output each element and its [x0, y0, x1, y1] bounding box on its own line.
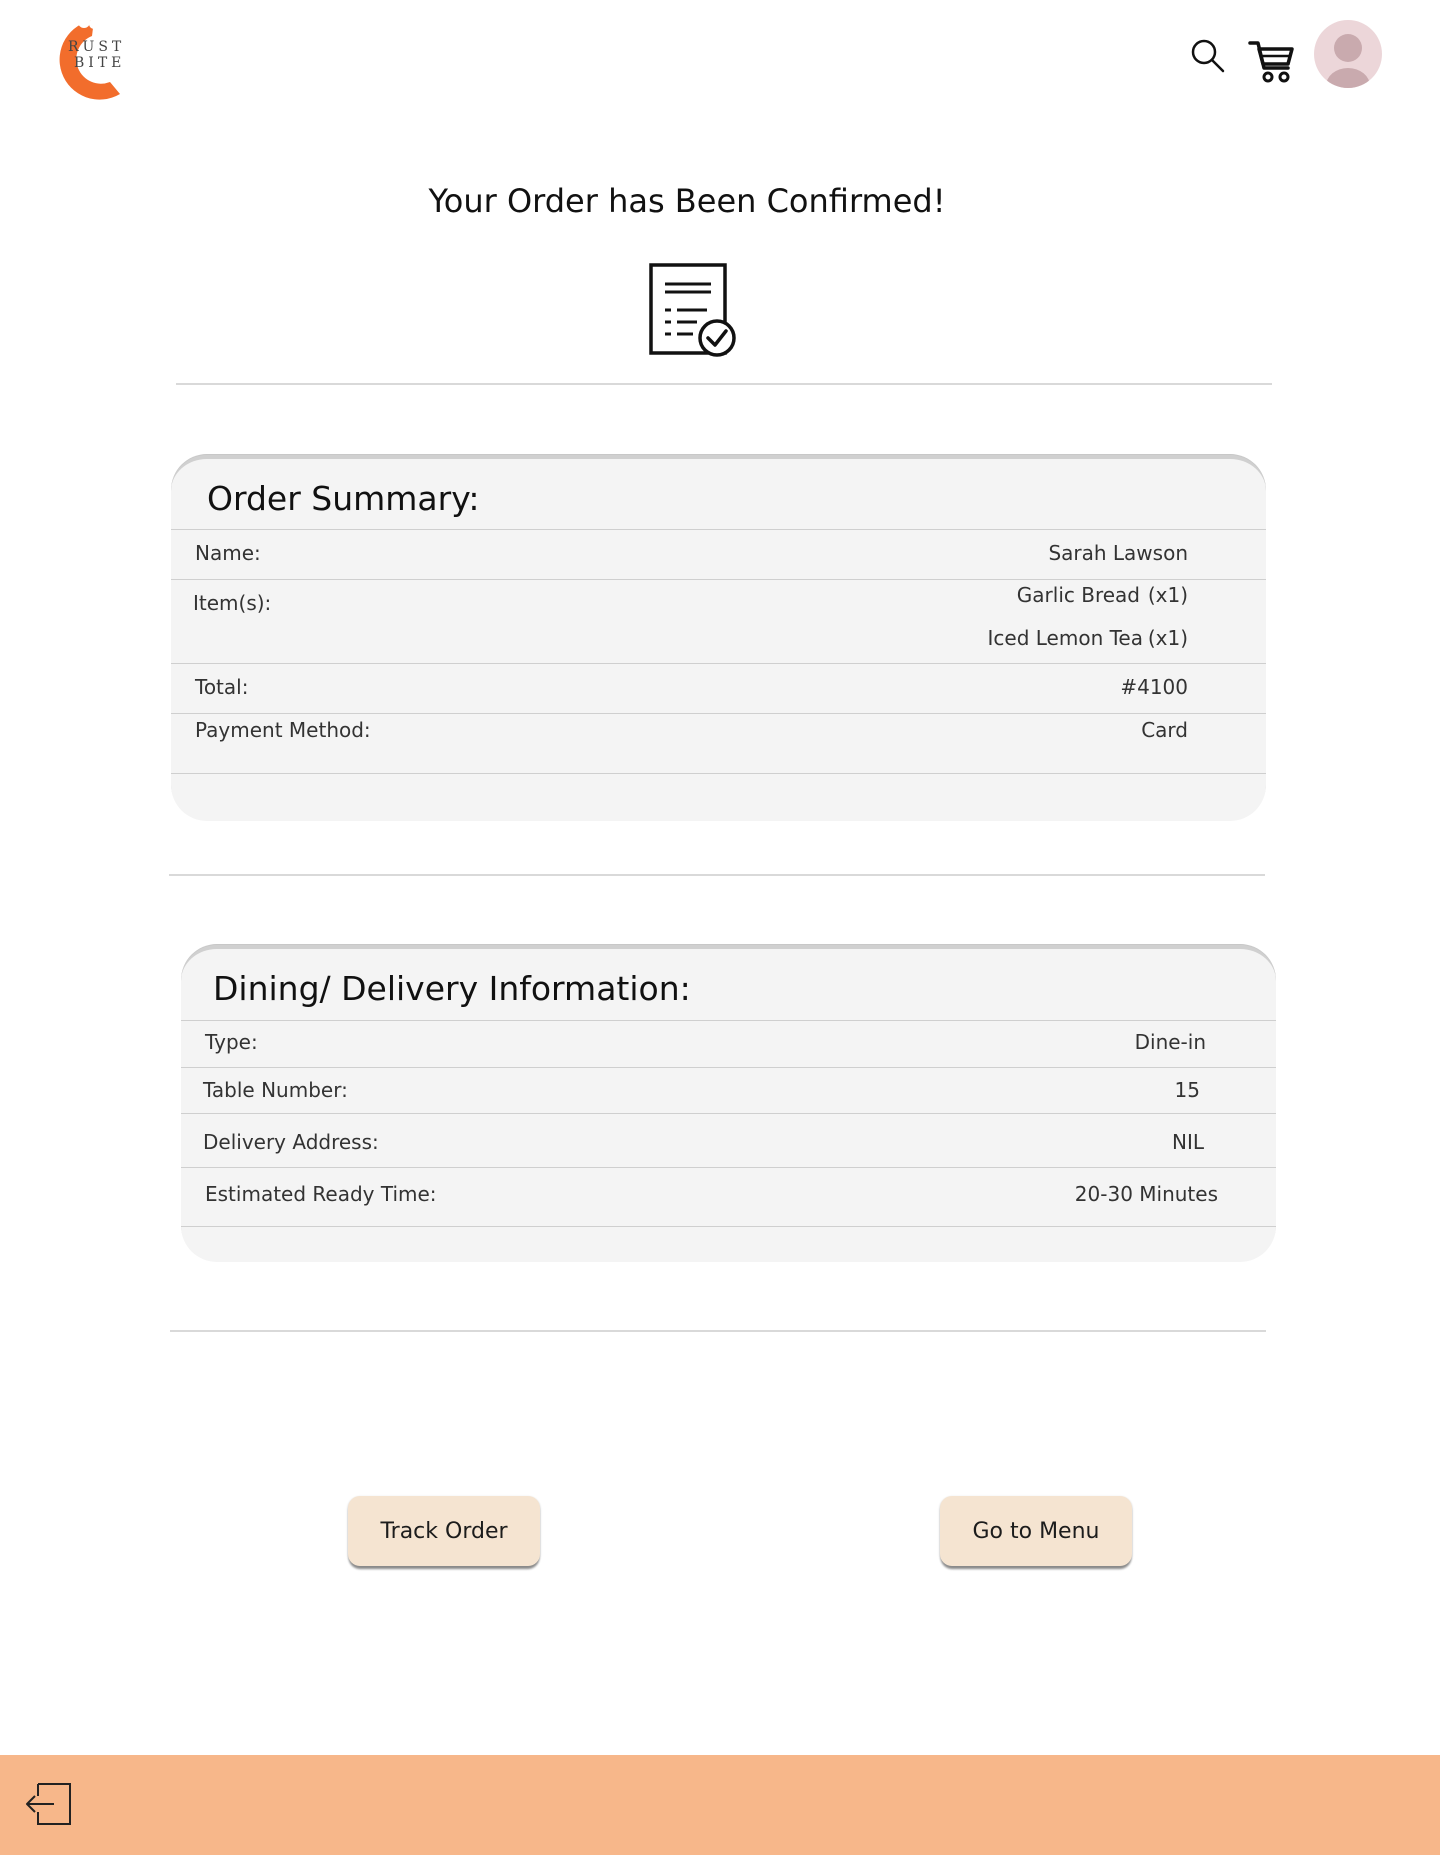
items-label: Item(s): [193, 591, 272, 615]
row-divider [181, 1167, 1276, 1168]
logo[interactable]: RUST BITE [36, 14, 136, 106]
table-label: Table Number: [203, 1078, 348, 1102]
delivery-info-card: Dining/ Delivery Information: Type: Dine… [181, 945, 1276, 1262]
row-divider [181, 1226, 1276, 1227]
go-to-menu-button[interactable]: Go to Menu [940, 1496, 1132, 1566]
type-value: Dine-in [1134, 1030, 1206, 1054]
row-divider [181, 1067, 1276, 1068]
total-label: Total: [195, 675, 249, 699]
name-label: Name: [195, 541, 261, 565]
logout-icon[interactable] [24, 1780, 72, 1828]
type-label: Type: [205, 1030, 258, 1054]
footer-bar [0, 1755, 1440, 1855]
item-name: Iced Lemon Tea [987, 626, 1143, 650]
row-divider [171, 773, 1266, 774]
row-divider [181, 1020, 1276, 1021]
total-value: #4100 [1120, 675, 1188, 699]
payment-value: Card [1141, 718, 1188, 742]
user-icon [1326, 34, 1370, 88]
item-qty: (x1) [1147, 583, 1188, 607]
order-summary-title: Order Summary: [207, 479, 480, 518]
item-qty: (x1) [1147, 626, 1188, 650]
item-name: Garlic Bread [1016, 583, 1140, 607]
row-divider [171, 579, 1266, 580]
cart-icon[interactable] [1248, 38, 1294, 84]
search-icon[interactable] [1190, 38, 1226, 74]
order-summary-card: Order Summary: Name: Sarah Lawson Item(s… [171, 455, 1266, 821]
logo-text-bottom: BITE [74, 55, 126, 71]
table-value: 15 [1174, 1078, 1200, 1102]
row-divider [171, 713, 1266, 714]
row-divider [181, 1113, 1276, 1114]
payment-label: Payment Method: [195, 718, 371, 742]
divider [176, 383, 1272, 385]
address-value: NIL [1171, 1130, 1204, 1154]
divider [170, 1330, 1266, 1332]
ready-time-value: 20-30 Minutes [1074, 1182, 1218, 1206]
delivery-info-title: Dining/ Delivery Information: [213, 969, 691, 1008]
row-divider [171, 663, 1266, 664]
row-divider [171, 529, 1266, 530]
ready-time-label: Estimated Ready Time: [205, 1182, 437, 1206]
name-value: Sarah Lawson [1048, 541, 1188, 565]
receipt-check-icon [647, 262, 739, 358]
divider [169, 874, 1265, 876]
address-label: Delivery Address: [203, 1130, 379, 1154]
track-order-button[interactable]: Track Order [348, 1496, 540, 1566]
logo-text-top: RUST [68, 39, 126, 55]
page-title: Your Order has Been Confirmed! [428, 182, 946, 220]
avatar[interactable] [1314, 20, 1382, 88]
